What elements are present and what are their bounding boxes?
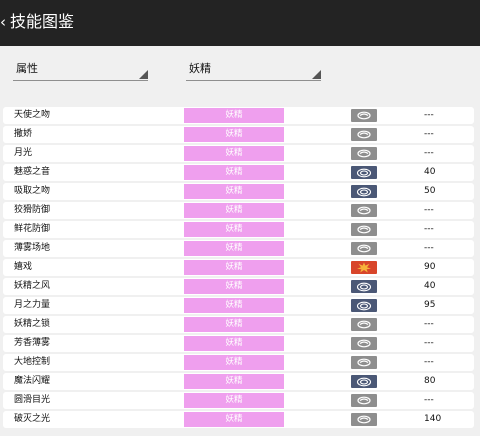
move-row[interactable]: 魅惑之音 妖精 40 bbox=[3, 164, 474, 181]
special-ring-icon bbox=[351, 375, 377, 388]
move-power: 90 bbox=[424, 262, 436, 272]
move-name: 撒娇 bbox=[14, 129, 33, 139]
move-power: --- bbox=[424, 148, 434, 158]
move-power: --- bbox=[424, 338, 434, 348]
type-badge: 妖精 bbox=[184, 260, 284, 275]
move-name: 圆滑目光 bbox=[14, 395, 51, 405]
status-swirl-icon bbox=[351, 147, 377, 160]
move-row[interactable]: 吸取之吻 妖精 50 bbox=[3, 183, 474, 200]
type-badge: 妖精 bbox=[184, 317, 284, 332]
special-ring-icon bbox=[351, 185, 377, 198]
move-row[interactable]: 妖精之风 妖精 40 bbox=[3, 278, 474, 295]
dropdown-arrow-icon bbox=[139, 70, 148, 79]
move-power: 40 bbox=[424, 167, 436, 177]
move-name: 月之力量 bbox=[14, 300, 51, 310]
type-dropdown[interactable]: 妖精 bbox=[186, 58, 321, 81]
move-power: --- bbox=[424, 129, 434, 139]
move-row[interactable]: 芳香薄雾 妖精 --- bbox=[3, 335, 474, 352]
type-badge: 妖精 bbox=[184, 127, 284, 142]
type-badge: 妖精 bbox=[184, 203, 284, 218]
type-badge: 妖精 bbox=[184, 108, 284, 123]
move-row[interactable]: 月光 妖精 --- bbox=[3, 145, 474, 162]
status-swirl-icon bbox=[351, 204, 377, 217]
move-power: --- bbox=[424, 110, 434, 120]
type-badge: 妖精 bbox=[184, 336, 284, 351]
type-badge: 妖精 bbox=[184, 222, 284, 237]
move-name: 魔法闪耀 bbox=[14, 376, 51, 386]
move-row[interactable]: 大地控制 妖精 --- bbox=[3, 354, 474, 371]
status-swirl-icon bbox=[351, 413, 377, 426]
move-name: 妖精之锁 bbox=[14, 319, 51, 329]
move-row[interactable]: 狡猾防御 妖精 --- bbox=[3, 202, 474, 219]
move-row[interactable]: 嬉戏 妖精 90 bbox=[3, 259, 474, 276]
move-power: 50 bbox=[424, 186, 436, 196]
move-row[interactable]: 魔法闪耀 妖精 80 bbox=[3, 373, 474, 390]
status-swirl-icon bbox=[351, 242, 377, 255]
attribute-dropdown-label: 属性 bbox=[16, 62, 38, 75]
move-list: 天使之吻 妖精 --- 撒娇 妖精 --- 月光 妖精 --- 魅惑之音 妖精 40 吸取之吻 妖精 50 狡… bbox=[0, 107, 480, 430]
move-power: --- bbox=[424, 224, 434, 234]
move-power: 40 bbox=[424, 281, 436, 291]
move-row[interactable]: 破灭之光 妖精 140 bbox=[3, 411, 474, 428]
move-power: --- bbox=[424, 395, 434, 405]
move-power: --- bbox=[424, 319, 434, 329]
move-power: 80 bbox=[424, 376, 436, 386]
type-badge: 妖精 bbox=[184, 241, 284, 256]
status-swirl-icon bbox=[351, 337, 377, 350]
status-swirl-icon bbox=[351, 109, 377, 122]
status-swirl-icon bbox=[351, 356, 377, 369]
move-name: 大地控制 bbox=[14, 357, 51, 367]
special-ring-icon bbox=[351, 280, 377, 293]
move-name: 月光 bbox=[14, 148, 33, 158]
type-badge: 妖精 bbox=[184, 374, 284, 389]
move-name: 魅惑之音 bbox=[14, 167, 51, 177]
type-badge: 妖精 bbox=[184, 355, 284, 370]
move-name: 狡猾防御 bbox=[14, 205, 51, 215]
move-name: 嬉戏 bbox=[14, 262, 33, 272]
status-swirl-icon bbox=[351, 128, 377, 141]
app-bar: ‹ 技能图鉴 bbox=[0, 0, 480, 46]
move-row[interactable]: 撒娇 妖精 --- bbox=[3, 126, 474, 143]
move-row[interactable]: 圆滑目光 妖精 --- bbox=[3, 392, 474, 409]
special-ring-icon bbox=[351, 166, 377, 179]
status-swirl-icon bbox=[351, 223, 377, 236]
dropdown-arrow-icon bbox=[312, 70, 321, 79]
type-badge: 妖精 bbox=[184, 412, 284, 427]
move-name: 天使之吻 bbox=[14, 110, 51, 120]
move-name: 鲜花防御 bbox=[14, 224, 51, 234]
move-row[interactable]: 薄雾场地 妖精 --- bbox=[3, 240, 474, 257]
move-name: 薄雾场地 bbox=[14, 243, 51, 253]
page-title: 技能图鉴 bbox=[10, 12, 75, 31]
status-swirl-icon bbox=[351, 318, 377, 331]
move-row[interactable]: 月之力量 妖精 95 bbox=[3, 297, 474, 314]
move-row[interactable]: 妖精之锁 妖精 --- bbox=[3, 316, 474, 333]
move-name: 吸取之吻 bbox=[14, 186, 51, 196]
type-badge: 妖精 bbox=[184, 298, 284, 313]
type-dropdown-value: 妖精 bbox=[189, 62, 211, 75]
move-name: 妖精之风 bbox=[14, 281, 51, 291]
move-power: --- bbox=[424, 357, 434, 367]
type-badge: 妖精 bbox=[184, 146, 284, 161]
back-icon[interactable]: ‹ bbox=[0, 13, 6, 31]
special-ring-icon bbox=[351, 299, 377, 312]
type-badge: 妖精 bbox=[184, 184, 284, 199]
move-power: 140 bbox=[424, 414, 442, 424]
move-row[interactable]: 天使之吻 妖精 --- bbox=[3, 107, 474, 124]
status-swirl-icon bbox=[351, 394, 377, 407]
physical-burst-icon bbox=[351, 261, 377, 274]
move-name: 破灭之光 bbox=[14, 414, 51, 424]
attribute-dropdown[interactable]: 属性 bbox=[13, 58, 148, 81]
move-row[interactable]: 鲜花防御 妖精 --- bbox=[3, 221, 474, 238]
move-power: 95 bbox=[424, 300, 436, 310]
type-badge: 妖精 bbox=[184, 393, 284, 408]
move-name: 芳香薄雾 bbox=[14, 338, 51, 348]
move-power: --- bbox=[424, 243, 434, 253]
type-badge: 妖精 bbox=[184, 279, 284, 294]
move-power: --- bbox=[424, 205, 434, 215]
type-badge: 妖精 bbox=[184, 165, 284, 180]
